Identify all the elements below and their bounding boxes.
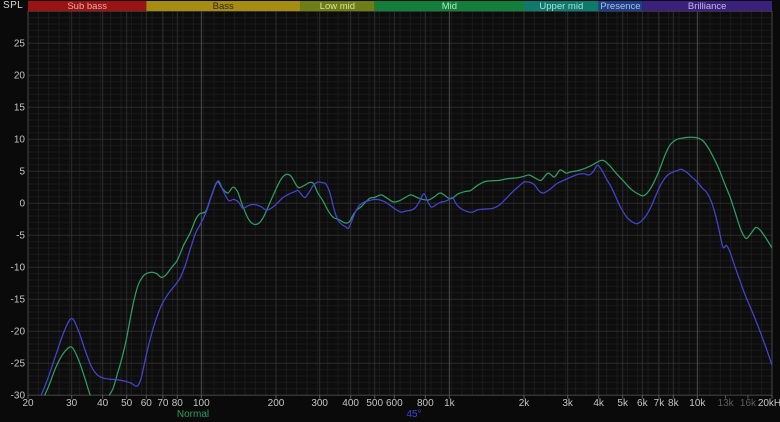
x-tick-label: 200	[268, 398, 285, 409]
spl-axis-title: SPL	[3, 0, 24, 11]
x-tick-label: 70	[157, 398, 169, 409]
x-tick-label: 400	[342, 398, 359, 409]
x-tick-label: 5k	[617, 398, 629, 409]
x-tick-label: 500	[366, 398, 383, 409]
y-tick-label: -15	[11, 295, 26, 306]
x-tick-label: 10k	[689, 398, 706, 409]
x-tick-label: 600	[386, 398, 403, 409]
y-tick-label: -25	[11, 359, 26, 370]
spl-frequency-response-chart: SPL Sub bass Bass Low mid Mid Upper mid Prese…	[0, 0, 780, 422]
x-tick-label: 13k	[718, 398, 735, 409]
x-tick-label: 2k	[519, 398, 531, 409]
y-tick-label: -5	[16, 231, 25, 242]
x-tick-label: 20kHz	[758, 398, 780, 409]
band-label: Upper mid	[539, 1, 583, 12]
x-tick-label: 1k	[444, 398, 456, 409]
y-tick-label: -30	[11, 391, 26, 402]
x-tick-label: 50	[121, 398, 133, 409]
x-tick-label: 16k	[740, 398, 757, 409]
y-tick-label: 5	[19, 167, 25, 178]
x-tick-label: 8k	[668, 398, 680, 409]
y-tick-label: 20	[14, 71, 26, 82]
x-tick-label: 7k	[654, 398, 666, 409]
x-tick-label: 300	[311, 398, 328, 409]
x-tick-label: 40	[97, 398, 109, 409]
band-label: Brilliance	[688, 1, 727, 12]
band-label: Presence	[600, 1, 640, 12]
x-tick-label: 800	[417, 398, 434, 409]
legend-item-normal[interactable]: Normal	[177, 409, 209, 420]
y-tick-label: 25	[14, 39, 26, 50]
band-label: Low mid	[320, 1, 355, 12]
y-tick-label: 15	[14, 103, 26, 114]
x-tick-label: 60	[141, 398, 153, 409]
x-tick-label: 4k	[593, 398, 605, 409]
band-label: Bass	[213, 1, 234, 12]
x-tick-label: 3k	[562, 398, 574, 409]
y-tick-label: -10	[11, 263, 26, 274]
legend-item-45-[interactable]: 45°	[406, 409, 421, 420]
y-tick-label: -20	[11, 327, 26, 338]
x-tick-label: 80	[172, 398, 184, 409]
band-label: Mid	[442, 1, 457, 12]
x-tick-label: 6k	[637, 398, 649, 409]
x-tick-label: 100	[193, 398, 210, 409]
y-tick-label: 10	[14, 135, 26, 146]
chart-canvas: Sub bass Bass Low mid Mid Upper mid Presence B…	[11, 1, 780, 420]
y-tick-label: 0	[19, 199, 25, 210]
band-label: Sub bass	[67, 1, 107, 12]
x-tick-label: 30	[66, 398, 78, 409]
